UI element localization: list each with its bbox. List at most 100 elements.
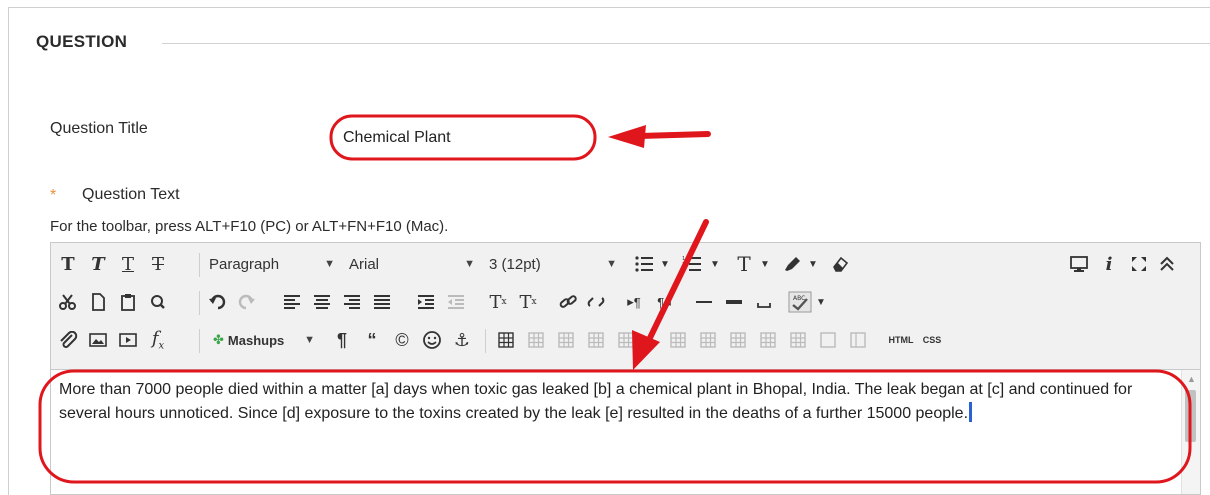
font-size-value: 3 (12pt) <box>489 255 541 273</box>
toolbar-hint: For the toolbar, press ALT+F10 (PC) or A… <box>50 218 449 235</box>
toolbar-row-3: fx ✤ Mashups ▼ ¶ “ © ⚓ HTML CSS <box>51 323 1200 361</box>
anchor-button[interactable]: ⚓ <box>447 325 477 355</box>
redo-icon[interactable] <box>231 287 261 317</box>
emoticon-icon[interactable] <box>417 325 447 355</box>
toolbar-row-1: T T T T Paragraph ▼ Arial ▼ 3 (12pt) ▼ ▼ <box>51 247 1200 285</box>
link-icon[interactable] <box>553 287 583 317</box>
italic-button[interactable]: T <box>83 249 113 279</box>
paragraph-mark-button[interactable]: ¶ <box>327 325 357 355</box>
copyright-symbol-button[interactable]: © <box>387 325 417 355</box>
mashups-icon: ✤ <box>213 332 224 347</box>
subscript-glyph: T <box>519 291 532 313</box>
align-justify-icon[interactable] <box>367 287 397 317</box>
editor-content-area[interactable]: More than 7000 people died within a matt… <box>51 370 1181 426</box>
superscript-button[interactable]: Tx <box>483 287 513 317</box>
toolbar-row-2: Tx Tx ▸ ¶ ¶ ◂ ABC ▼ <box>51 285 1200 323</box>
horizontal-rule-icon[interactable] <box>689 287 719 317</box>
chevron-down-icon: ▼ <box>606 258 617 270</box>
collapse-toolbar-icon[interactable] <box>1152 249 1182 279</box>
nonbreaking-space-icon[interactable] <box>749 287 779 317</box>
question-title-input[interactable]: Chemical Plant <box>343 129 451 147</box>
rtl-arrow-icon: ◂ <box>664 294 671 309</box>
numbered-list-icon[interactable]: 123 <box>677 249 707 279</box>
section-title: QUESTION <box>36 32 128 51</box>
question-text-label: Question Text <box>82 186 180 203</box>
fx-glyph: fx <box>151 328 165 352</box>
scroll-up-arrow-icon[interactable]: ▲ <box>1187 374 1196 384</box>
question-title-label: Question Title <box>50 120 148 137</box>
section-divider <box>162 43 1210 44</box>
bullet-list-icon[interactable] <box>629 249 659 279</box>
paste-clipboard-icon[interactable] <box>113 287 143 317</box>
insert-media-icon[interactable] <box>113 325 143 355</box>
chevron-down-icon: ▼ <box>324 258 335 270</box>
chevron-down-icon: ▼ <box>304 334 315 346</box>
paragraph-format-select[interactable]: Paragraph ▼ <box>203 249 341 279</box>
chevron-down-icon[interactable]: ▼ <box>707 249 723 279</box>
find-search-icon[interactable] <box>143 287 173 317</box>
font-size-select[interactable]: 3 (12pt) ▼ <box>483 249 623 279</box>
chevron-down-icon[interactable]: ▼ <box>805 249 821 279</box>
fullscreen-icon[interactable] <box>1124 249 1154 279</box>
ltr-pilcrow-glyph: ¶ <box>633 294 641 310</box>
table-cell-icon[interactable] <box>783 325 813 355</box>
toolbar-separator <box>199 253 200 277</box>
underline-button[interactable]: T <box>113 249 143 279</box>
table-merge-cell-icon[interactable] <box>753 325 783 355</box>
toolbar-separator <box>199 291 200 315</box>
ltr-direction-button[interactable]: ▸ ¶ <box>619 287 649 317</box>
editor-scrollbar[interactable]: ▲ <box>1181 370 1200 494</box>
table-delete-row-icon[interactable] <box>611 325 641 355</box>
toolbar-separator <box>485 329 486 353</box>
svg-text:ABC: ABC <box>793 295 805 302</box>
chevron-down-icon[interactable]: ▼ <box>757 249 773 279</box>
thick-rule-icon[interactable] <box>719 287 749 317</box>
align-right-icon[interactable] <box>337 287 367 317</box>
table-insert-column-icon[interactable] <box>663 325 693 355</box>
mashups-label: Mashups <box>227 332 285 348</box>
mashups-select[interactable]: ✤ Mashups ▼ <box>207 325 321 355</box>
attachment-paperclip-icon[interactable] <box>53 325 83 355</box>
cut-scissors-icon[interactable] <box>53 287 83 317</box>
eraser-icon[interactable] <box>825 249 855 279</box>
table-row-props-icon[interactable] <box>521 325 551 355</box>
rtl-direction-button[interactable]: ¶ ◂ <box>649 287 679 317</box>
blockquote-button[interactable]: “ <box>357 325 387 355</box>
undo-icon[interactable] <box>203 287 233 317</box>
table-insert-row-icon[interactable] <box>581 325 611 355</box>
css-button[interactable]: CSS <box>915 325 949 355</box>
question-text-editor: T T T T Paragraph ▼ Arial ▼ 3 (12pt) ▼ ▼ <box>50 242 1201 495</box>
strikethrough-button[interactable]: T <box>143 249 173 279</box>
table-delete-column-icon[interactable] <box>693 325 723 355</box>
align-center-icon[interactable] <box>307 287 337 317</box>
rtl-pilcrow-glyph: ¶ <box>657 294 665 310</box>
outdent-icon[interactable] <box>441 287 471 317</box>
indent-icon[interactable] <box>411 287 441 317</box>
preview-monitor-icon[interactable] <box>1064 249 1094 279</box>
insert-image-icon[interactable] <box>83 325 113 355</box>
info-button[interactable]: i <box>1094 249 1124 279</box>
font-family-value: Arial <box>349 255 380 273</box>
table-split-cell-icon[interactable] <box>723 325 753 355</box>
align-left-icon[interactable] <box>277 287 307 317</box>
svg-text:3: 3 <box>682 268 685 273</box>
equation-fx-icon[interactable]: fx <box>143 325 173 355</box>
font-family-select[interactable]: Arial ▼ <box>343 249 481 279</box>
scrollbar-thumb[interactable] <box>1185 390 1196 442</box>
chevron-down-icon[interactable]: ▼ <box>813 287 829 317</box>
chevron-down-icon[interactable]: ▼ <box>657 249 673 279</box>
copy-page-icon[interactable] <box>83 287 113 317</box>
spellcheck-icon[interactable]: ABC <box>785 287 815 317</box>
subscript-button[interactable]: Tx <box>513 287 543 317</box>
chevron-down-icon: ▼ <box>464 258 475 270</box>
paragraph-format-value: Paragraph <box>209 255 280 273</box>
unlink-icon[interactable] <box>581 287 611 317</box>
highlight-pen-icon[interactable] <box>777 249 807 279</box>
bold-button[interactable]: T <box>53 249 83 279</box>
table-column-icon[interactable] <box>843 325 873 355</box>
table-blank-icon[interactable] <box>813 325 843 355</box>
table-cell-props-icon[interactable] <box>551 325 581 355</box>
insert-table-icon[interactable] <box>491 325 521 355</box>
editor-toolbar: T T T T Paragraph ▼ Arial ▼ 3 (12pt) ▼ ▼ <box>51 243 1200 370</box>
text-color-button[interactable]: T <box>729 249 759 279</box>
